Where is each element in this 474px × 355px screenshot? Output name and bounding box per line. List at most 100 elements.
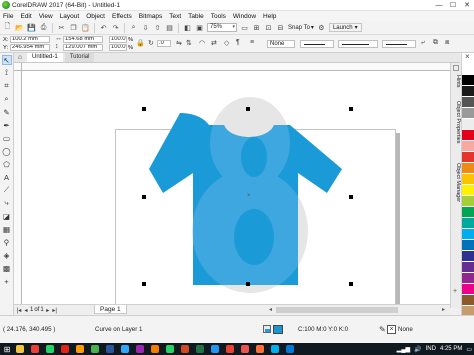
tab-untitled-1[interactable]: Untitled-1 bbox=[27, 53, 63, 62]
height-input[interactable]: 129.007 mm bbox=[63, 44, 103, 51]
home-icon[interactable]: ⌂ bbox=[15, 53, 25, 62]
polygon-tool-icon[interactable]: ⬠ bbox=[2, 159, 12, 169]
last-page-icon[interactable]: ▸| bbox=[52, 307, 58, 314]
export-icon[interactable]: ⇧ bbox=[153, 23, 162, 32]
menu-layout[interactable]: Layout bbox=[60, 13, 80, 20]
search-content-icon[interactable]: ⌕ bbox=[129, 23, 138, 32]
palette-swatch[interactable] bbox=[462, 64, 474, 75]
palette-swatch[interactable] bbox=[462, 163, 474, 174]
redo-icon[interactable]: ↷ bbox=[111, 23, 120, 32]
menu-tools[interactable]: Tools bbox=[211, 13, 226, 20]
rotation-angle-input[interactable]: .0 bbox=[157, 40, 171, 47]
parallel-dimension-icon[interactable]: ⟋ bbox=[2, 185, 12, 195]
palette-swatch[interactable] bbox=[462, 75, 474, 86]
palette-swatch[interactable] bbox=[462, 229, 474, 240]
acrobat-icon[interactable] bbox=[59, 343, 71, 355]
minimize-button[interactable]: — bbox=[432, 0, 446, 11]
menu-bitmaps[interactable]: Bitmaps bbox=[139, 13, 162, 20]
selection-handle-top-left[interactable] bbox=[142, 107, 146, 111]
palette-swatch[interactable] bbox=[462, 119, 474, 130]
selection-handle-middle-right[interactable] bbox=[349, 195, 353, 199]
horizontal-ruler[interactable] bbox=[22, 63, 450, 71]
extract-subpath-icon[interactable]: ◇ bbox=[224, 39, 229, 47]
docker-tab-hints[interactable]: Hints bbox=[452, 75, 461, 88]
menu-help[interactable]: Help bbox=[263, 13, 276, 20]
palette-swatch[interactable] bbox=[462, 273, 474, 284]
menu-edit[interactable]: Edit bbox=[20, 13, 31, 20]
whatsapp-2-icon[interactable] bbox=[164, 343, 176, 355]
selection-handle-middle-left[interactable] bbox=[142, 195, 146, 199]
palette-swatch[interactable] bbox=[462, 108, 474, 119]
connector-tool-icon[interactable]: ⤷ bbox=[2, 198, 12, 208]
crop-tool-icon[interactable]: ⌗ bbox=[2, 81, 12, 91]
drop-shadow-icon[interactable]: ◪ bbox=[2, 211, 12, 221]
menu-text[interactable]: Text bbox=[169, 13, 181, 20]
add-docker-icon[interactable]: + bbox=[453, 288, 457, 295]
scale-height-input[interactable]: 100.0 bbox=[109, 44, 127, 51]
powerpoint-icon[interactable] bbox=[179, 343, 191, 355]
whatsapp-icon[interactable] bbox=[44, 343, 56, 355]
palette-swatch[interactable] bbox=[462, 174, 474, 185]
publish-pdf-icon[interactable]: ▤ bbox=[165, 23, 174, 32]
palette-swatch[interactable] bbox=[462, 262, 474, 273]
menu-effects[interactable]: Effects bbox=[112, 13, 132, 20]
selection-handle-bottom-center[interactable] bbox=[246, 282, 250, 286]
palette-swatch[interactable] bbox=[462, 218, 474, 229]
color-eyedropper-icon[interactable]: ⚲ bbox=[2, 237, 12, 247]
palette-swatch[interactable] bbox=[462, 152, 474, 163]
wrap-text-icon[interactable]: ¶ bbox=[236, 39, 240, 46]
windows-start-icon[interactable]: ⊞ bbox=[0, 343, 14, 355]
show-guidelines-icon[interactable]: ⊟ bbox=[276, 23, 285, 32]
line-style-select[interactable] bbox=[338, 40, 378, 48]
palette-swatch[interactable] bbox=[462, 240, 474, 251]
palette-swatch[interactable] bbox=[462, 284, 474, 295]
tab-tutorial[interactable]: Tutorial bbox=[64, 53, 95, 62]
close-curve-icon[interactable]: ◠ bbox=[199, 39, 205, 47]
palette-swatch[interactable] bbox=[462, 185, 474, 196]
palette-swatch[interactable] bbox=[462, 196, 474, 207]
palette-swatch[interactable] bbox=[462, 130, 474, 141]
corel-photopaint-icon[interactable] bbox=[134, 343, 146, 355]
menu-table[interactable]: Table bbox=[188, 13, 204, 20]
word-icon[interactable] bbox=[104, 343, 116, 355]
docker-collapse-icon[interactable] bbox=[453, 65, 459, 71]
to-back-icon[interactable]: ⧈ bbox=[445, 39, 449, 47]
text-tool-icon[interactable]: A bbox=[2, 172, 12, 182]
to-front-icon[interactable]: ⧉ bbox=[433, 39, 438, 47]
drawing-canvas[interactable]: × bbox=[22, 71, 450, 304]
menu-view[interactable]: View bbox=[39, 13, 53, 20]
shape-tool-icon[interactable]: ⟟ bbox=[2, 68, 12, 78]
save-icon[interactable]: 💾 bbox=[27, 23, 36, 32]
zoom-level-select[interactable]: 75% bbox=[207, 23, 237, 32]
scroll-right-icon[interactable]: ▸ bbox=[442, 306, 445, 313]
wrap-paragraph-icon[interactable]: ⤶ bbox=[421, 39, 425, 47]
add-tool-icon[interactable]: + bbox=[2, 276, 12, 286]
snap-to-dropdown[interactable]: Snap To ▾ bbox=[288, 24, 314, 32]
file-explorer-icon[interactable] bbox=[14, 343, 26, 355]
mirror-vertical-icon[interactable]: ⇅ bbox=[186, 39, 192, 47]
end-arrowhead-select[interactable] bbox=[382, 40, 416, 48]
first-page-icon[interactable]: |◂ bbox=[16, 307, 22, 314]
outline-none-swatch[interactable]: × bbox=[387, 325, 396, 334]
options-gear-icon[interactable]: ⚙ bbox=[317, 23, 326, 32]
photoshop-icon[interactable] bbox=[119, 343, 131, 355]
notifications-icon[interactable]: ▭ bbox=[466, 346, 472, 353]
ellipse-tool-icon[interactable]: ◯ bbox=[2, 146, 12, 156]
start-arrowhead-select[interactable] bbox=[300, 40, 334, 48]
selection-handle-bottom-left[interactable] bbox=[142, 282, 146, 286]
input-language[interactable]: IND bbox=[426, 346, 436, 352]
full-screen-preview-icon[interactable]: ▭ bbox=[240, 23, 249, 32]
open-icon[interactable]: 📂 bbox=[15, 23, 24, 32]
skype-icon[interactable] bbox=[269, 343, 281, 355]
selection-handle-top-center[interactable] bbox=[246, 107, 250, 111]
vertical-ruler[interactable] bbox=[14, 71, 22, 316]
selection-handle-bottom-right[interactable] bbox=[349, 282, 353, 286]
palette-swatch[interactable] bbox=[462, 97, 474, 108]
docker-tab-object-manager[interactable]: Object Manager bbox=[452, 163, 461, 202]
copy-icon[interactable]: ❐ bbox=[69, 23, 78, 32]
show-rulers-icon[interactable]: ⊞ bbox=[252, 23, 261, 32]
cut-icon[interactable]: ✂ bbox=[57, 23, 66, 32]
reverse-direction-icon[interactable]: ⇄ bbox=[211, 39, 217, 47]
rectangle-tool-icon[interactable]: ▭ bbox=[2, 133, 12, 143]
outline-width-select[interactable]: None bbox=[267, 40, 295, 48]
